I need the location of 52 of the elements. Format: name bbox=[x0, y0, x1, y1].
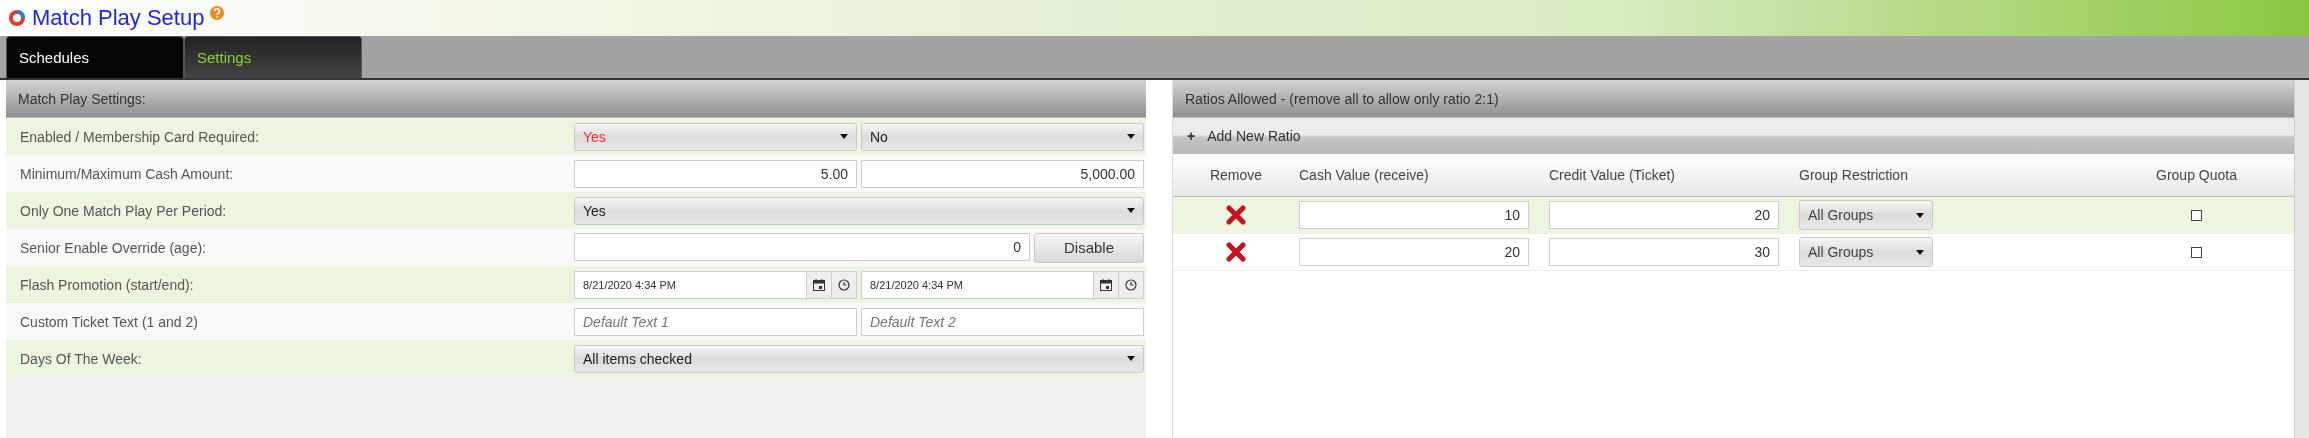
column-header: Remove bbox=[1209, 167, 1263, 183]
input-field[interactable]: 10 bbox=[1299, 201, 1529, 229]
dropdown[interactable]: All Groups bbox=[1799, 200, 1933, 230]
dropdown[interactable]: No bbox=[861, 122, 1144, 151]
datetime-field[interactable]: 8/21/2020 4:34 PM bbox=[574, 270, 857, 299]
clock-icon bbox=[838, 278, 850, 291]
column-header: Group Quota bbox=[2156, 167, 2237, 183]
field-label: Senior Enable Override (age): bbox=[19, 239, 207, 256]
calendar-icon bbox=[813, 278, 825, 291]
page-title: Match Play Setup bbox=[32, 5, 205, 31]
tab[interactable]: Settings bbox=[184, 36, 362, 78]
panel-header: Match Play Settings: bbox=[6, 80, 1146, 118]
caret-icon bbox=[1916, 249, 1924, 255]
tab[interactable]: Schedules bbox=[6, 36, 184, 78]
input-field[interactable]: Default Text 2 bbox=[861, 307, 1144, 336]
input-field[interactable]: Default Text 1 bbox=[574, 307, 857, 336]
input-field[interactable]: 5,000.00 bbox=[861, 159, 1144, 188]
caret-icon bbox=[840, 134, 848, 139]
checkbox[interactable] bbox=[2191, 246, 2202, 258]
input-field[interactable]: 20 bbox=[1549, 201, 1779, 229]
caret-icon bbox=[1127, 356, 1135, 361]
clock-icon bbox=[1125, 278, 1137, 291]
input-field[interactable]: 0 bbox=[574, 232, 1030, 261]
scrollbar[interactable] bbox=[2294, 80, 2309, 438]
calendar-icon bbox=[1100, 278, 1112, 291]
field-label: Enabled / Membership Card Required: bbox=[19, 128, 260, 145]
column-header: Cash Value (receive) bbox=[1299, 167, 1429, 183]
dropdown[interactable]: Yes bbox=[574, 196, 1144, 225]
help-icon bbox=[210, 6, 225, 20]
column-header: Credit Value (Ticket) bbox=[1549, 167, 1676, 183]
remove-icon[interactable] bbox=[1226, 205, 1246, 225]
column-header: Group Restriction bbox=[1799, 167, 1908, 183]
datetime-field[interactable]: 8/21/2020 4:34 PM bbox=[861, 270, 1144, 299]
field-label: Only One Match Play Per Period: bbox=[19, 202, 228, 219]
field-label: Flash Promotion (start/end): bbox=[19, 276, 195, 293]
dropdown[interactable]: All Groups bbox=[1799, 237, 1933, 267]
caret-icon bbox=[1127, 134, 1135, 139]
panel-header: Ratios Allowed - (remove all to allow only ratio 2:1) bbox=[1173, 80, 2294, 118]
input-field[interactable]: 30 bbox=[1549, 238, 1779, 266]
disable-button[interactable]: Disable bbox=[1034, 232, 1144, 263]
field-label: Minimum/Maximum Cash Amount: bbox=[19, 165, 235, 182]
input-field[interactable]: 20 bbox=[1299, 238, 1529, 266]
caret-icon bbox=[1127, 208, 1135, 213]
input-field[interactable]: 5.00 bbox=[574, 159, 857, 188]
add-ratio-button[interactable]: + Add New Ratio bbox=[1173, 118, 2294, 154]
dropdown[interactable]: All items checked bbox=[574, 344, 1144, 373]
checkbox[interactable] bbox=[2191, 209, 2202, 221]
caret-icon bbox=[1916, 212, 1924, 218]
remove-icon[interactable] bbox=[1226, 242, 1246, 262]
field-label: Days Of The Week: bbox=[19, 350, 143, 367]
logo-icon bbox=[8, 9, 26, 27]
field-label: Custom Ticket Text (1 and 2) bbox=[19, 313, 199, 330]
